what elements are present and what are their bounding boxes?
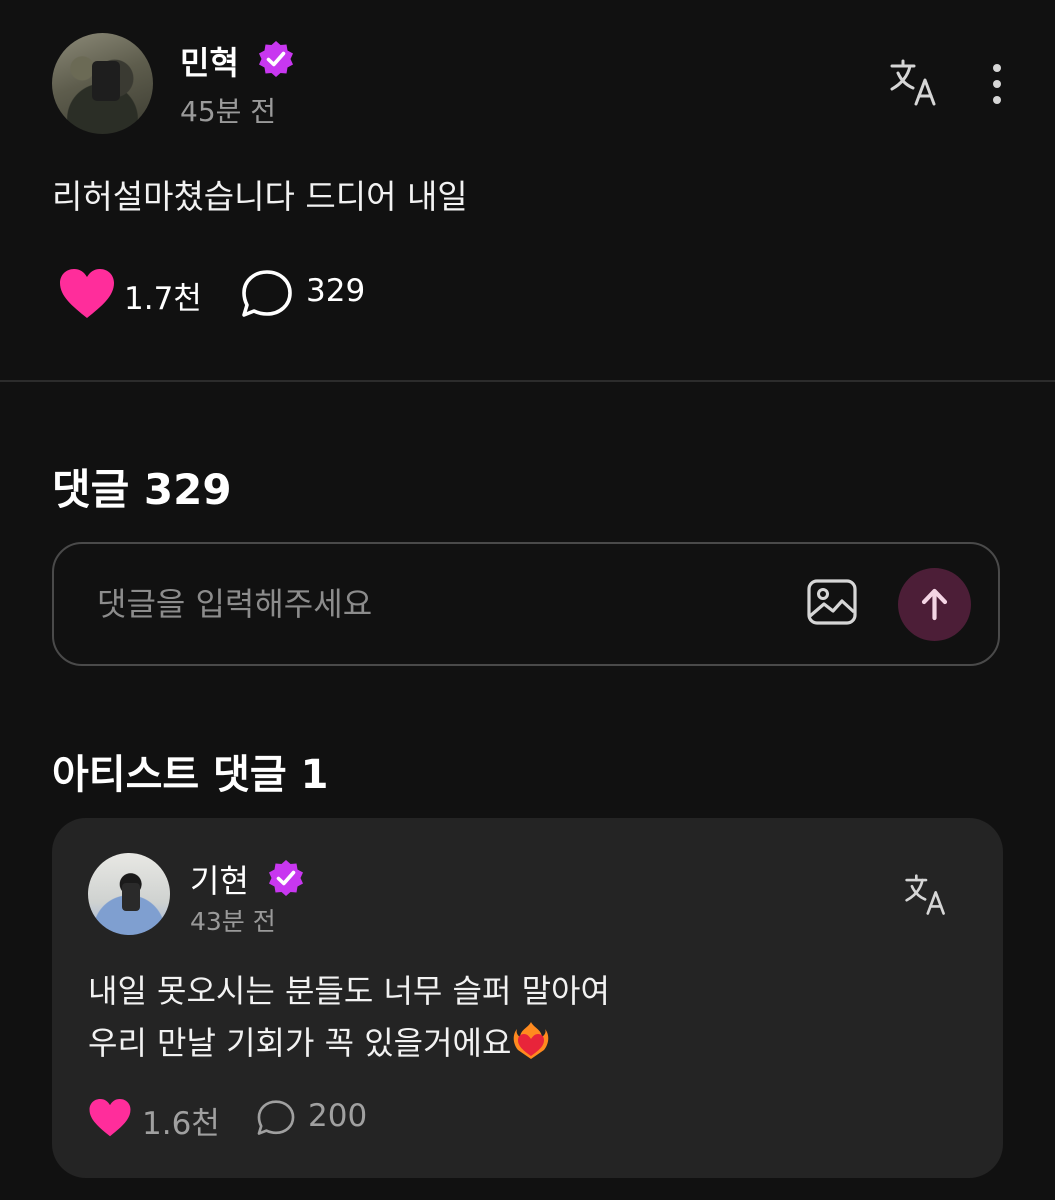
artist-comment-text: 내일 못오시는 분들도 너무 슬퍼 말아여 우리 만날 기회가 꼭 있을거에요	[88, 965, 610, 1069]
post-body-text: 리허설마쳤습니다 드디어 내일	[52, 177, 468, 216]
commenter-avatar[interactable]	[88, 853, 170, 935]
commenter-name[interactable]: 기현	[190, 856, 249, 902]
comment-timestamp: 43분 전	[190, 907, 276, 936]
more-vertical-icon[interactable]	[985, 62, 1009, 106]
artist-comments-header: 아티스트 댓글 1	[52, 752, 329, 798]
verified-badge-icon	[259, 41, 293, 77]
translate-icon[interactable]	[888, 58, 940, 108]
comment-reply-count: 200	[308, 1098, 368, 1134]
post-author-name[interactable]: 민혁	[180, 38, 239, 84]
comment-like-count: 1.6천	[142, 1106, 220, 1142]
translate-icon[interactable]	[903, 873, 949, 917]
post-like-count: 1.7천	[124, 281, 202, 317]
send-button[interactable]	[898, 568, 971, 641]
heart-on-fire-emoji	[514, 1022, 549, 1059]
heart-icon[interactable]	[88, 1098, 132, 1138]
arrow-up-icon	[921, 588, 948, 621]
comment-bubble-icon[interactable]	[240, 268, 294, 320]
author-avatar[interactable]	[52, 33, 153, 134]
comment-text-line-2: 우리 만날 기회가 꼭 있을거에요	[88, 1024, 512, 1062]
image-icon[interactable]	[806, 578, 858, 626]
verified-badge-icon	[269, 860, 303, 896]
post-comment-count: 329	[306, 273, 366, 309]
comment-bubble-icon[interactable]	[256, 1098, 296, 1138]
comment-input[interactable]	[95, 580, 779, 628]
comment-text-line-1: 내일 못오시는 분들도 너무 슬퍼 말아여	[88, 972, 610, 1010]
heart-icon[interactable]	[58, 268, 116, 320]
comments-header: 댓글 329	[52, 465, 232, 514]
post-timestamp: 45분 전	[180, 95, 277, 128]
section-divider	[0, 380, 1055, 382]
